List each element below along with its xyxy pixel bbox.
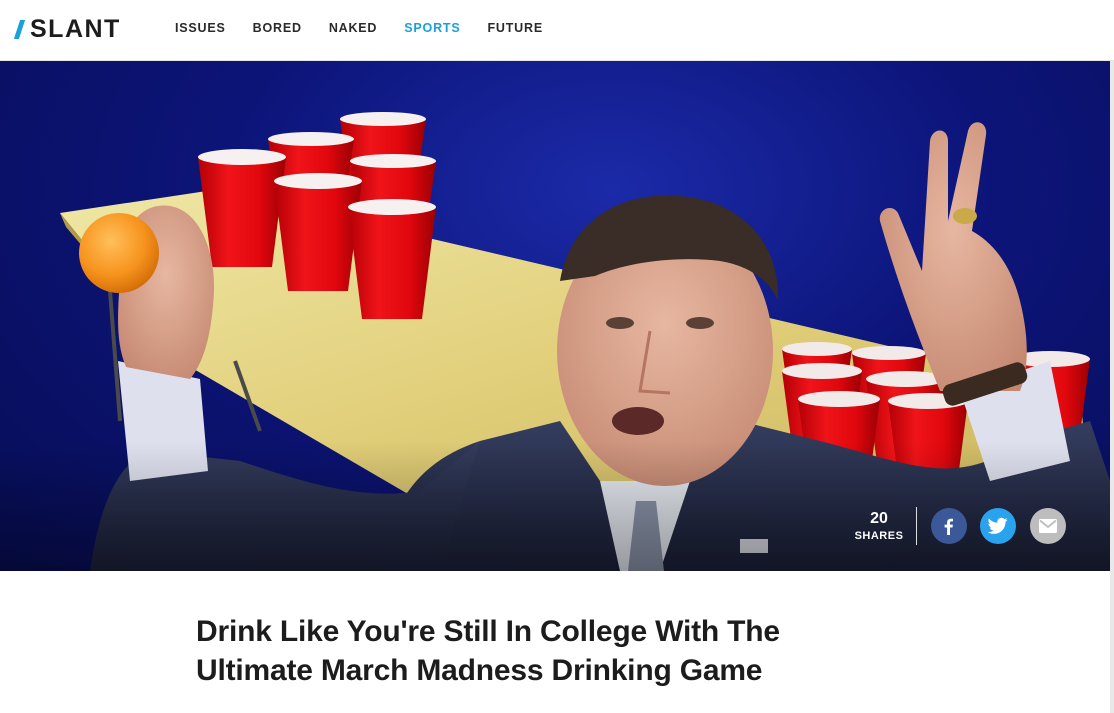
article-title-line-2: Ultimate March Madness Drinking Game [196,654,763,687]
logo-text: SLANT [30,14,121,43]
hero-image[interactable]: 20 SHARES [0,61,1110,571]
facebook-icon [944,518,953,535]
article-title-line-1: Drink Like You're Still In College With … [196,615,780,648]
nav-item-naked[interactable]: NAKED [329,21,377,35]
nav-item-future[interactable]: FUTURE [487,21,543,35]
twitter-icon [988,517,1008,534]
share-divider [916,507,917,545]
site-logo[interactable]: SLANT [13,14,121,44]
nav-item-sports[interactable]: SPORTS [404,21,460,35]
hero-illustration [0,112,1110,571]
mail-icon [1039,519,1057,533]
share-count-number: 20 [870,510,888,527]
main-nav: ISSUES BORED NAKED SPORTS FUTURE [175,0,570,56]
share-count-label: SHARES [854,530,904,542]
email-share-button[interactable] [1030,508,1066,544]
site-header: SLANT ISSUES BORED NAKED SPORTS FUTURE [0,0,1114,61]
article-title: Drink Like You're Still In College With … [196,612,896,690]
logo-slash-mark [13,19,26,39]
page-scrollbar[interactable] [1110,61,1114,713]
facebook-share-button[interactable] [931,508,967,544]
nav-item-issues[interactable]: ISSUES [175,21,226,35]
twitter-share-button[interactable] [980,508,1016,544]
nav-item-bored[interactable]: BORED [253,21,302,35]
share-count: 20 SHARES [846,510,912,544]
